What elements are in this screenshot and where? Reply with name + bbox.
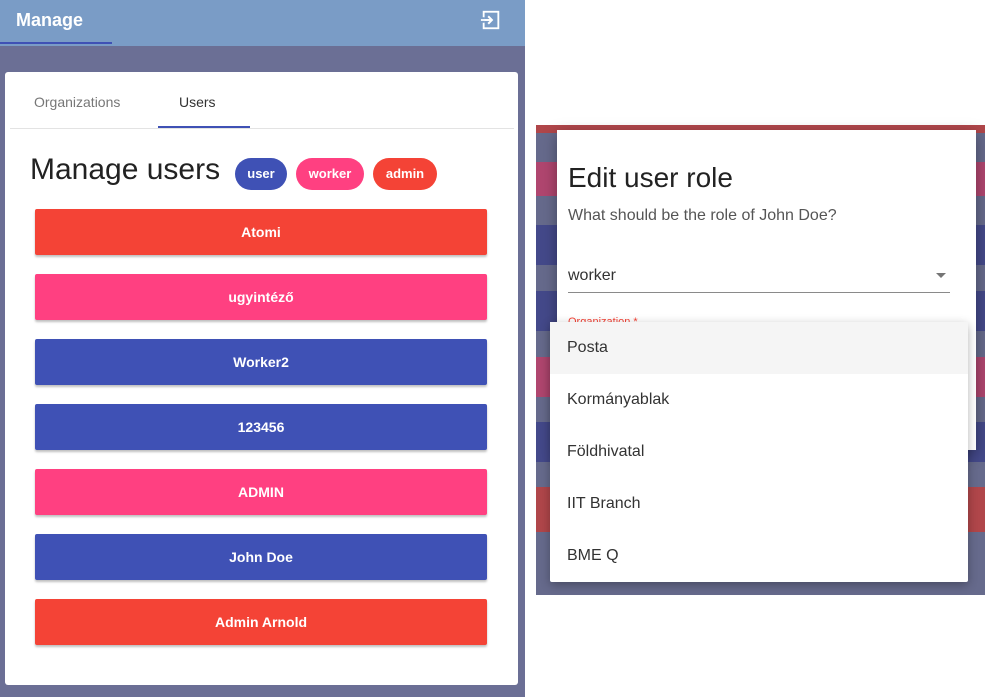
user-button[interactable]: Admin Arnold — [35, 599, 487, 645]
dropdown-option[interactable]: Posta — [550, 322, 968, 374]
role-chip-worker: worker — [296, 158, 364, 190]
dropdown-option[interactable]: Földhivatal — [550, 426, 968, 478]
tab-bar: Organizations Users — [10, 72, 514, 129]
role-select-value: worker — [568, 267, 617, 284]
arrow-drop-down-icon — [936, 273, 946, 278]
organization-dropdown-menu: Posta Kormányablak Földhivatal IIT Branc… — [550, 322, 968, 582]
user-button[interactable]: Atomi — [35, 209, 487, 255]
user-button[interactable]: ugyintéző — [35, 274, 487, 320]
dialog-subtitle: What should be the role of John Doe? — [568, 207, 837, 224]
app-title: Manage — [16, 10, 84, 30]
dialog-title: Edit user role — [568, 162, 733, 193]
app-bar: Manage — [0, 0, 525, 46]
manage-screen: Manage Organizations Users Manage users … — [0, 0, 525, 697]
tab-organizations[interactable]: Organizations — [34, 94, 120, 110]
content-card: Organizations Users Manage users user wo… — [5, 72, 518, 685]
app-title-underline — [0, 42, 112, 44]
active-tab-indicator — [158, 126, 250, 128]
user-button[interactable]: ADMIN — [35, 469, 487, 515]
page-title: Manage users — [30, 153, 221, 186]
user-button[interactable]: John Doe — [35, 534, 487, 580]
role-select[interactable]: worker — [568, 255, 950, 293]
logout-icon[interactable] — [480, 9, 502, 31]
tab-users[interactable]: Users — [179, 94, 216, 110]
dropdown-option[interactable]: Kormányablak — [550, 374, 968, 426]
role-chip-admin: admin — [373, 158, 437, 190]
user-button[interactable]: 123456 — [35, 404, 487, 450]
user-button[interactable]: Worker2 — [35, 339, 487, 385]
dropdown-option[interactable]: IIT Branch — [550, 478, 968, 530]
role-chip-user: user — [235, 158, 287, 190]
dropdown-option[interactable]: BME Q — [550, 530, 968, 582]
